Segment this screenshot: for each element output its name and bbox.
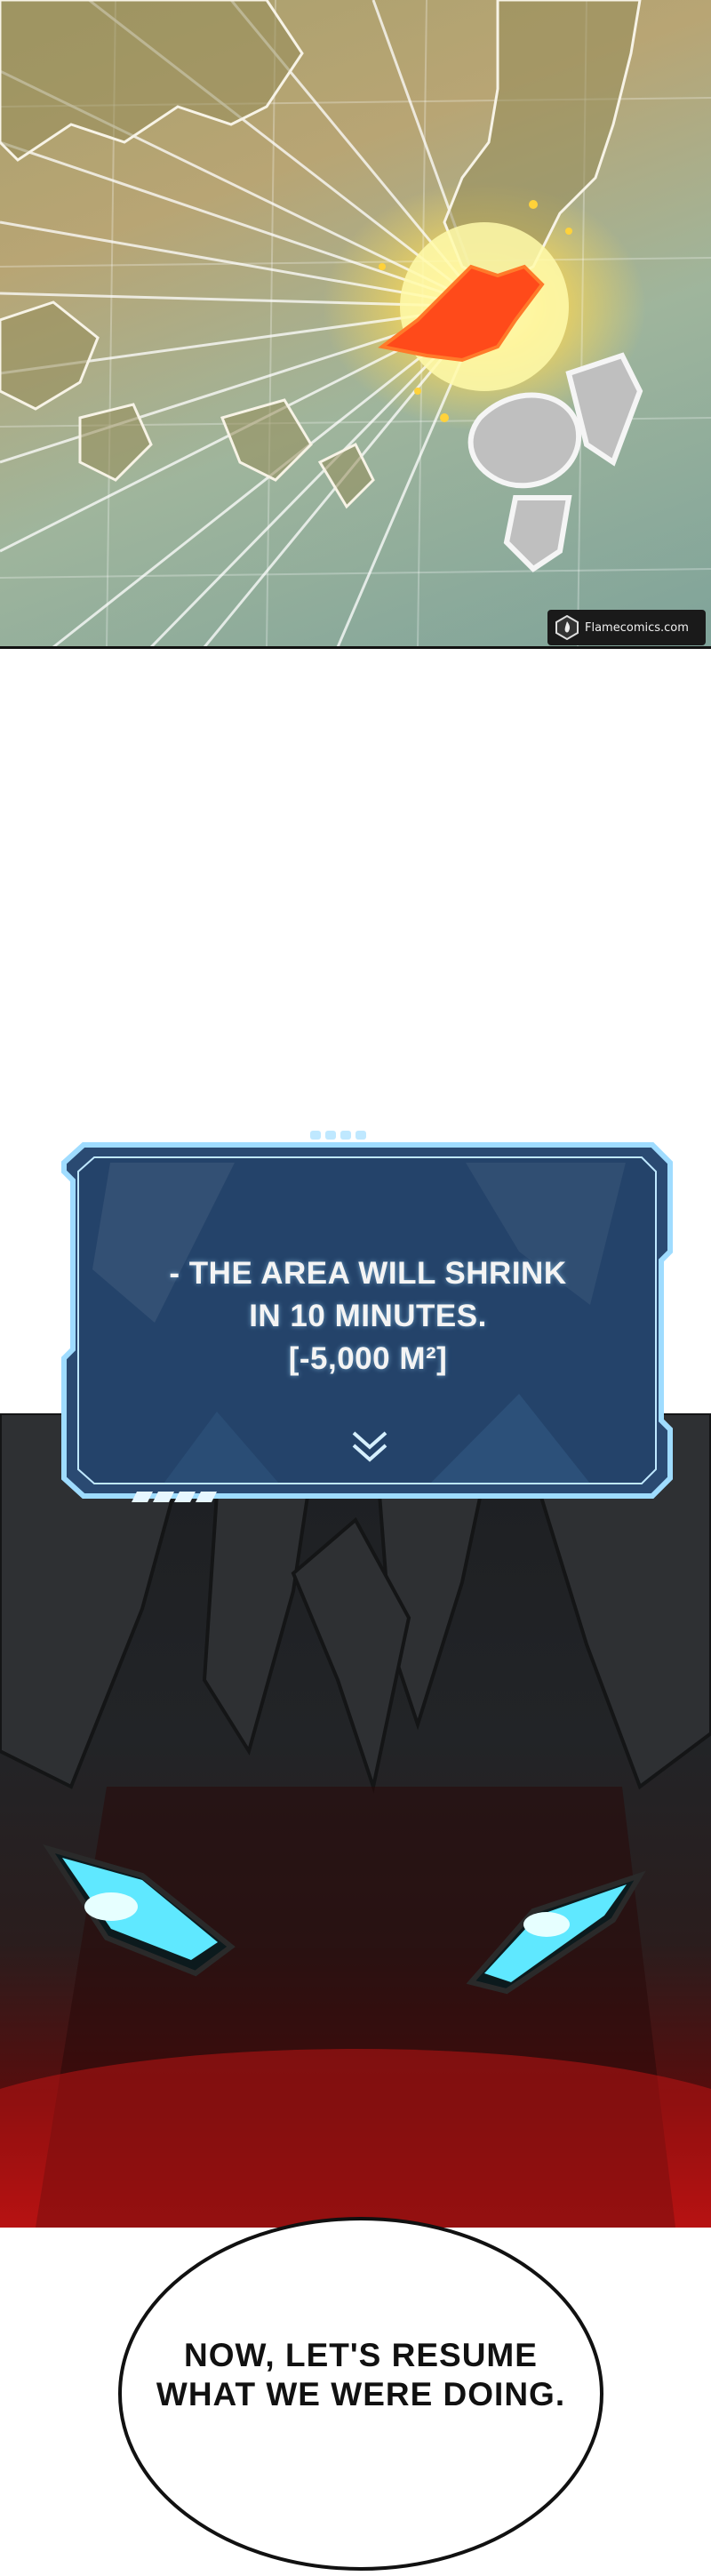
double-chevron-down-icon bbox=[352, 1431, 387, 1462]
system-message-line-1: - THE AREA WILL SHRINK bbox=[169, 1256, 567, 1291]
system-message-line-2: IN 10 MINUTES. bbox=[249, 1299, 487, 1333]
watermark-text: Flamecomics.com bbox=[585, 620, 689, 635]
system-message-line-3: [-5,000 M²] bbox=[288, 1341, 448, 1376]
flame-logo-icon bbox=[555, 615, 579, 640]
panel-border bbox=[0, 646, 711, 649]
face-illustration bbox=[0, 1413, 711, 2228]
system-message-window: - THE AREA WILL SHRINK IN 10 MINUTES. [-… bbox=[57, 1127, 679, 1509]
watermark: Flamecomics.com bbox=[547, 610, 706, 645]
map-panel bbox=[0, 0, 711, 647]
speech-bubble: NOW, LET'S RESUME WHAT WE WERE DOING. bbox=[116, 2216, 606, 2576]
face-panel bbox=[0, 1413, 711, 2228]
map-illustration bbox=[0, 0, 711, 647]
red-glow bbox=[0, 2049, 711, 2228]
frame-dots bbox=[310, 1131, 366, 1140]
speech-line-1: NOW, LET'S RESUME bbox=[184, 2337, 538, 2373]
speech-line-2: WHAT WE WERE DOING. bbox=[156, 2376, 566, 2412]
